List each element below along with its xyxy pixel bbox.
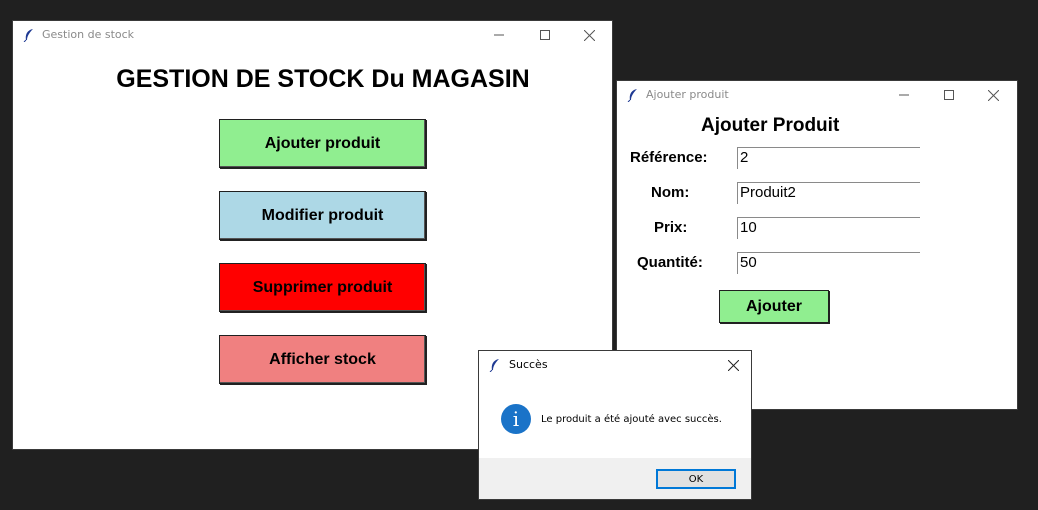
success-dialog: Succès i Le produit a été ajouté avec su… [478,350,752,500]
add-heading: Ajouter Produit [701,115,840,136]
add-submit-button[interactable]: Ajouter [719,290,829,323]
maximize-icon [539,30,550,40]
maximize-icon [943,90,954,100]
minimize-icon [898,94,909,96]
info-icon: i [501,404,531,434]
dialog-footer: OK [479,458,751,499]
quantity-label: Quantité: [637,254,703,271]
add-window-title: Ajouter produit [646,88,729,101]
maximize-button[interactable] [926,81,971,109]
main-window-title: Gestion de stock [42,28,135,41]
edit-product-button[interactable]: Modifier produit [219,191,426,240]
dialog-titlebar[interactable]: Succès [479,351,751,379]
name-label: Nom: [651,184,690,201]
close-icon [988,89,999,101]
price-field[interactable]: 10 [737,217,920,239]
dialog-message: Le produit a été ajouté avec succès. [541,414,722,425]
feather-icon [23,29,33,42]
minimize-button[interactable] [476,21,521,49]
close-button[interactable] [714,351,752,379]
minimize-button[interactable] [881,81,926,109]
feather-icon [489,359,499,372]
close-button[interactable] [971,81,1016,109]
feather-icon [627,89,637,102]
price-label: Prix: [654,219,688,236]
delete-product-button[interactable]: Supprimer produit [219,263,426,312]
maximize-button[interactable] [522,21,567,49]
minimize-icon [493,34,504,36]
close-button[interactable] [567,21,612,49]
ok-button[interactable]: OK [656,469,736,489]
close-icon [584,29,595,41]
name-field[interactable]: Produit2 [737,182,920,204]
dialog-title: Succès [509,358,548,371]
main-heading: GESTION DE STOCK Du MAGASIN [116,65,530,93]
quantity-field[interactable]: 50 [737,252,920,274]
show-stock-button[interactable]: Afficher stock [219,335,426,384]
main-window-titlebar[interactable]: Gestion de stock [13,21,612,49]
add-window-titlebar[interactable]: Ajouter produit [617,81,1017,109]
close-icon [727,359,739,371]
reference-label: Référence: [630,149,708,166]
add-product-button[interactable]: Ajouter produit [219,119,426,168]
reference-field[interactable]: 2 [737,147,920,169]
